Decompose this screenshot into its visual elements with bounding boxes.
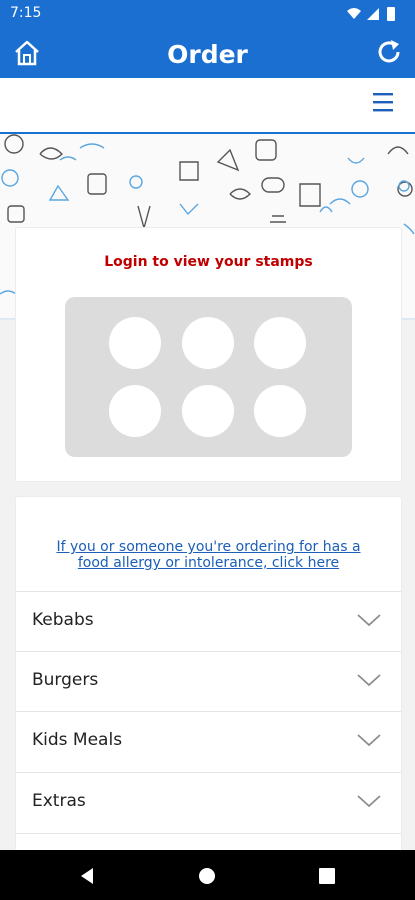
status-icons <box>347 7 395 21</box>
stamp-slot <box>182 317 234 369</box>
stamp-slot <box>182 385 234 437</box>
stamp-slot <box>109 385 161 437</box>
stamps-card: Login to view your stamps <box>16 228 401 481</box>
allergy-link[interactable]: If you or someone you're ordering for ha… <box>16 539 401 571</box>
category-row-burgers[interactable]: Burgers <box>16 651 401 712</box>
stamp-slot <box>109 317 161 369</box>
chevron-down-icon <box>357 734 381 747</box>
home-nav-icon[interactable] <box>198 867 216 885</box>
stamp-slot <box>254 385 306 437</box>
chevron-down-icon <box>357 795 381 808</box>
category-label: Burgers <box>32 670 99 690</box>
battery-icon <box>387 7 395 21</box>
category-label: Kebabs <box>32 610 94 630</box>
status-time: 7:15 <box>10 5 42 21</box>
stamp-panel <box>65 297 352 457</box>
wifi-icon <box>347 8 361 19</box>
page-title: Order <box>167 40 248 69</box>
recents-icon[interactable] <box>318 867 336 885</box>
category-row-kebabs[interactable]: Kebabs <box>16 591 401 652</box>
system-nav-bar <box>0 850 415 900</box>
sub-toolbar <box>0 78 415 135</box>
chevron-down-icon <box>357 614 381 627</box>
allergy-link-line1[interactable]: If you or someone you're ordering for ha… <box>16 539 401 555</box>
signal-icon <box>367 8 379 20</box>
refresh-icon[interactable] <box>375 38 403 66</box>
stamp-slot <box>254 317 306 369</box>
category-row-extras[interactable]: Extras <box>16 772 401 833</box>
back-icon[interactable] <box>78 867 96 885</box>
chevron-down-icon <box>357 674 381 687</box>
category-label: Kids Meals <box>32 730 123 750</box>
hamburger-menu-icon[interactable] <box>371 90 395 114</box>
login-stamps-link[interactable]: Login to view your stamps <box>16 254 401 270</box>
status-bar: 7:15 <box>0 0 415 28</box>
category-label: Extras <box>32 791 86 811</box>
category-row-kids-meals[interactable]: Kids Meals <box>16 711 401 772</box>
app-bar: Order <box>0 28 415 78</box>
allergy-link-line2[interactable]: food allergy or intolerance, click here <box>16 555 401 571</box>
menu-card: If you or someone you're ordering for ha… <box>16 497 401 857</box>
